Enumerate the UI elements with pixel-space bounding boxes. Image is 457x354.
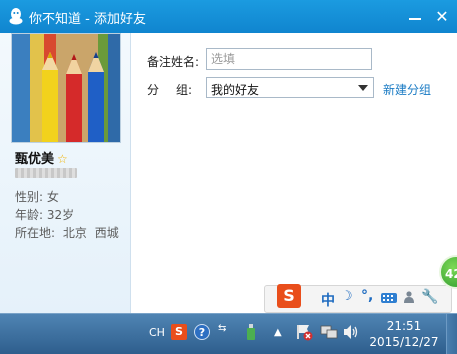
minimize-icon (409, 18, 421, 20)
ime-user-icon[interactable] (404, 291, 414, 303)
location-district: 西城 (94, 226, 119, 240)
dropdown-arrow-icon[interactable] (358, 85, 368, 91)
add-friend-window: 你不知道 - 添加好友 ✕ 甄优美☆ ******** (0, 0, 457, 313)
star-icon: ☆ (57, 152, 68, 166)
location-info: 所在地: 北京 西城 (15, 224, 119, 241)
system-clock[interactable]: 21:51 2015/12/27 (368, 318, 440, 350)
clock-time: 21:51 (386, 319, 422, 333)
nickname-row: 甄优美 ☆ (15, 148, 68, 167)
ime-halfwidth-icon[interactable]: ☽ (341, 289, 353, 304)
close-button[interactable]: ✕ (431, 7, 453, 27)
ime-settings-wrench-icon[interactable]: 🔧 (421, 289, 438, 305)
usb-device-icon[interactable] (246, 323, 256, 341)
network-icon[interactable] (320, 323, 338, 341)
remark-name-label: 备注姓名: (147, 55, 200, 69)
ime-keyboard-icon[interactable] (381, 293, 397, 303)
age-info: 年龄: 32岁 (15, 208, 75, 222)
title-bar[interactable]: 你不知道 - 添加好友 ✕ (0, 0, 457, 33)
location-city: 北京 (62, 226, 87, 240)
flag-alert-icon[interactable] (295, 323, 313, 341)
group-label: 分 组: (147, 81, 192, 98)
avatar (11, 33, 121, 143)
location-label: 所在地: (15, 226, 56, 240)
qq-number-blurred: ******** (15, 168, 77, 178)
ime-options-tray-icon[interactable]: ⇆ (218, 323, 226, 334)
ime-punctuation-icon[interactable]: °, (361, 288, 373, 304)
remark-name-input[interactable] (206, 48, 372, 70)
volume-icon[interactable] (343, 323, 359, 341)
sogou-ime-logo-icon[interactable]: S (277, 284, 301, 308)
show-desktop-button[interactable] (446, 314, 457, 354)
nickname: 甄优美 (15, 152, 55, 167)
ime-chinese-mode-button[interactable]: 中 (321, 290, 335, 310)
group-label-part1: 分 (147, 83, 160, 97)
window-title: 你不知道 - 添加好友 (29, 12, 146, 27)
qq-penguin-icon (9, 8, 23, 25)
colored-pencils-image (12, 34, 120, 142)
language-indicator[interactable]: CH (149, 326, 165, 339)
group-label-part2: 组: (176, 83, 193, 97)
new-group-link[interactable]: 新建分组 (383, 81, 431, 98)
show-hidden-icons-button[interactable]: ▲ (274, 327, 282, 338)
clock-date: 2015/12/27 (369, 335, 439, 349)
group-select-value: 我的好友 (211, 83, 260, 97)
taskbar: CH S ? ⇆ ▲ 21:51 2015/12/27 (0, 313, 457, 354)
group-select[interactable]: 我的好友 (206, 77, 374, 98)
gender-info: 性别: 女 (15, 190, 59, 204)
minimize-button[interactable] (404, 7, 426, 27)
help-tray-icon[interactable]: ? (194, 324, 210, 340)
sogou-tray-icon[interactable]: S (171, 324, 187, 340)
